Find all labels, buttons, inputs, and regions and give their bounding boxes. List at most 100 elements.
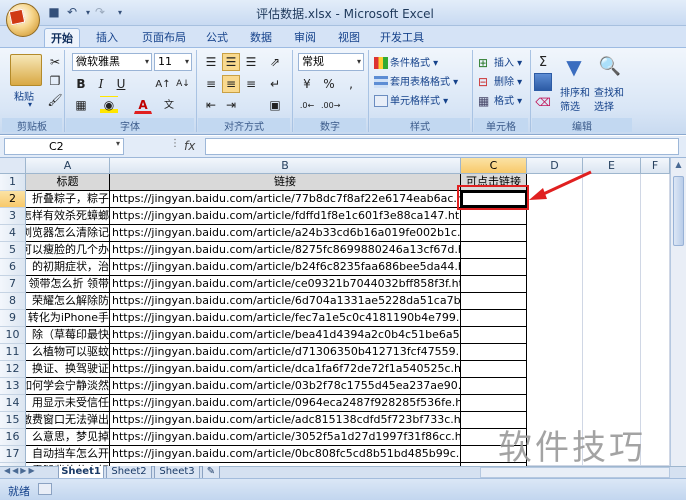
fill-icon[interactable] [534,73,552,91]
row-header[interactable]: 12 [0,361,26,378]
font-color-icon[interactable]: A [134,96,152,114]
find-select-label-1[interactable]: 查找和 [594,84,624,99]
link-cell[interactable]: https://jingyan.baidu.com/article/0964ec… [110,395,461,412]
align-center-icon[interactable]: ≡ [222,75,240,93]
tab-insert[interactable]: 插入 [88,28,126,48]
title-cell[interactable]: 荣耀怎么解除防 [26,293,110,310]
header-link-cell[interactable]: 链接 [110,174,461,191]
row-header[interactable]: 14 [0,395,26,412]
clickable-link-cell[interactable] [461,276,527,293]
link-cell[interactable]: https://jingyan.baidu.com/article/d71306… [110,344,461,361]
scroll-up-icon[interactable]: ▲ [672,160,685,172]
decrease-indent-icon[interactable]: ⇤ [202,96,220,114]
name-box-dropdown-icon[interactable]: ▾ [116,139,120,148]
merge-center-icon[interactable]: ▣ [266,96,284,114]
title-cell[interactable]: 的初期症状，治 [26,259,110,276]
tab-formulas[interactable]: 公式 [198,28,236,48]
title-cell[interactable]: 可以瘦脸的几个办 [26,242,110,259]
paste-dropdown-icon[interactable]: ▾ [28,100,32,109]
clickable-link-cell[interactable] [461,310,527,327]
paste-icon[interactable] [10,54,42,86]
name-box[interactable]: C2 [4,138,124,155]
decrease-decimal-icon[interactable]: .00→ [320,96,340,114]
title-cell[interactable]: 领带怎么折 领带 [26,276,110,293]
row-header[interactable]: 10 [0,327,26,344]
title-cell[interactable]: 转化为iPhone手 [26,310,110,327]
currency-icon[interactable]: ¥ [298,75,316,93]
cut-icon[interactable]: ✂ [46,53,64,71]
link-cell[interactable]: https://jingyan.baidu.com/article/ce0932… [110,276,461,293]
format-cells-button[interactable]: ▦ 格式 ▾ [478,92,522,107]
row-header[interactable]: 1 [0,174,26,191]
sort-filter-label-1[interactable]: 排序和 [560,84,590,99]
row-header[interactable]: 5 [0,242,26,259]
bold-button[interactable]: B [72,75,90,93]
clear-icon[interactable]: ⌫ [534,93,552,111]
vertical-scrollbar[interactable]: ▲ [670,158,686,466]
row-header[interactable]: 3 [0,208,26,225]
number-format-select[interactable]: 常规 ▾ [298,53,364,71]
autosum-icon[interactable]: Σ [534,53,552,71]
row-header[interactable]: 9 [0,310,26,327]
row-header[interactable]: 17 [0,446,26,463]
clickable-link-cell[interactable] [461,344,527,361]
scroll-thumb[interactable] [673,176,684,246]
column-header-a[interactable]: A [26,158,110,174]
row-header[interactable]: 7 [0,276,26,293]
increase-font-icon[interactable]: A↑ [154,75,172,93]
title-cell[interactable]: 自动挡车怎么开 [26,446,110,463]
column-header-f[interactable]: F [641,158,670,174]
clickable-link-cell[interactable] [461,208,527,225]
increase-decimal-icon[interactable]: .0← [298,96,316,114]
title-cell[interactable]: 用显示未受信任 [26,395,110,412]
header-title-cell[interactable]: 标题 [26,174,110,191]
sort-filter-label-2[interactable]: 筛选 [560,98,580,113]
title-cell[interactable]: 激费窗口无法弹出 [26,412,110,429]
phonetic-icon[interactable]: 文 [160,96,178,114]
tab-page-layout[interactable]: 页面布局 [134,28,194,48]
row-header[interactable]: 4 [0,225,26,242]
clickable-link-cell[interactable] [461,327,527,344]
link-cell[interactable]: https://jingyan.baidu.com/article/03b2f7… [110,378,461,395]
title-cell[interactable]: 么植物可以驱蚊 [26,344,110,361]
formula-splitter-icon[interactable]: ⋮ [170,138,180,149]
decrease-font-icon[interactable]: A↓ [174,75,192,93]
title-cell[interactable]: 如何学会宁静淡然 [26,378,110,395]
title-cell[interactable]: 么意思，梦见掉 [26,429,110,446]
row-header[interactable]: 11 [0,344,26,361]
insert-function-button[interactable]: fx [184,139,195,153]
row-header[interactable]: 8 [0,293,26,310]
link-cell[interactable]: https://jingyan.baidu.com/article/3052f5… [110,429,461,446]
link-cell[interactable]: https://jingyan.baidu.com/article/6d704a… [110,293,461,310]
delete-cells-button[interactable]: ⊟ 删除 ▾ [478,73,522,88]
column-header-b[interactable]: B [110,158,461,174]
tab-review[interactable]: 审阅 [286,28,324,48]
sort-filter-icon[interactable]: ▼ [562,54,586,80]
clickable-link-cell[interactable] [461,259,527,276]
undo-icon[interactable]: ↶ [64,5,80,20]
title-cell[interactable]: 除（草莓印最快 [26,327,110,344]
align-middle-icon[interactable]: ☰ [222,53,240,71]
align-left-icon[interactable]: ≡ [202,75,220,93]
italic-button[interactable]: I [92,75,110,93]
tab-view[interactable]: 视图 [330,28,368,48]
tab-data[interactable]: 数据 [242,28,280,48]
font-size-select[interactable]: 11 ▾ [154,53,192,71]
clickable-link-cell[interactable] [461,293,527,310]
select-all-corner[interactable] [0,158,26,174]
link-cell[interactable]: https://jingyan.baidu.com/article/b24f6c… [110,259,461,276]
macro-record-icon[interactable] [38,483,52,495]
row-header[interactable]: 16 [0,429,26,446]
link-cell[interactable]: https://jingyan.baidu.com/article/0bc808… [110,446,461,463]
title-cell[interactable]: 换证、换驾驶证 [26,361,110,378]
row-header[interactable]: 6 [0,259,26,276]
tab-developer[interactable]: 开发工具 [374,28,430,48]
align-right-icon[interactable]: ≡ [242,75,260,93]
link-cell[interactable]: https://jingyan.baidu.com/article/a24b33… [110,225,461,242]
find-select-label-2[interactable]: 选择 [594,98,614,113]
link-cell[interactable]: https://jingyan.baidu.com/article/fdffd1… [110,208,461,225]
underline-button[interactable]: U [112,75,130,93]
redo-icon[interactable]: ↷ [92,5,108,20]
percent-button[interactable]: % [320,75,338,93]
format-painter-icon[interactable]: 🖌 [46,91,64,109]
